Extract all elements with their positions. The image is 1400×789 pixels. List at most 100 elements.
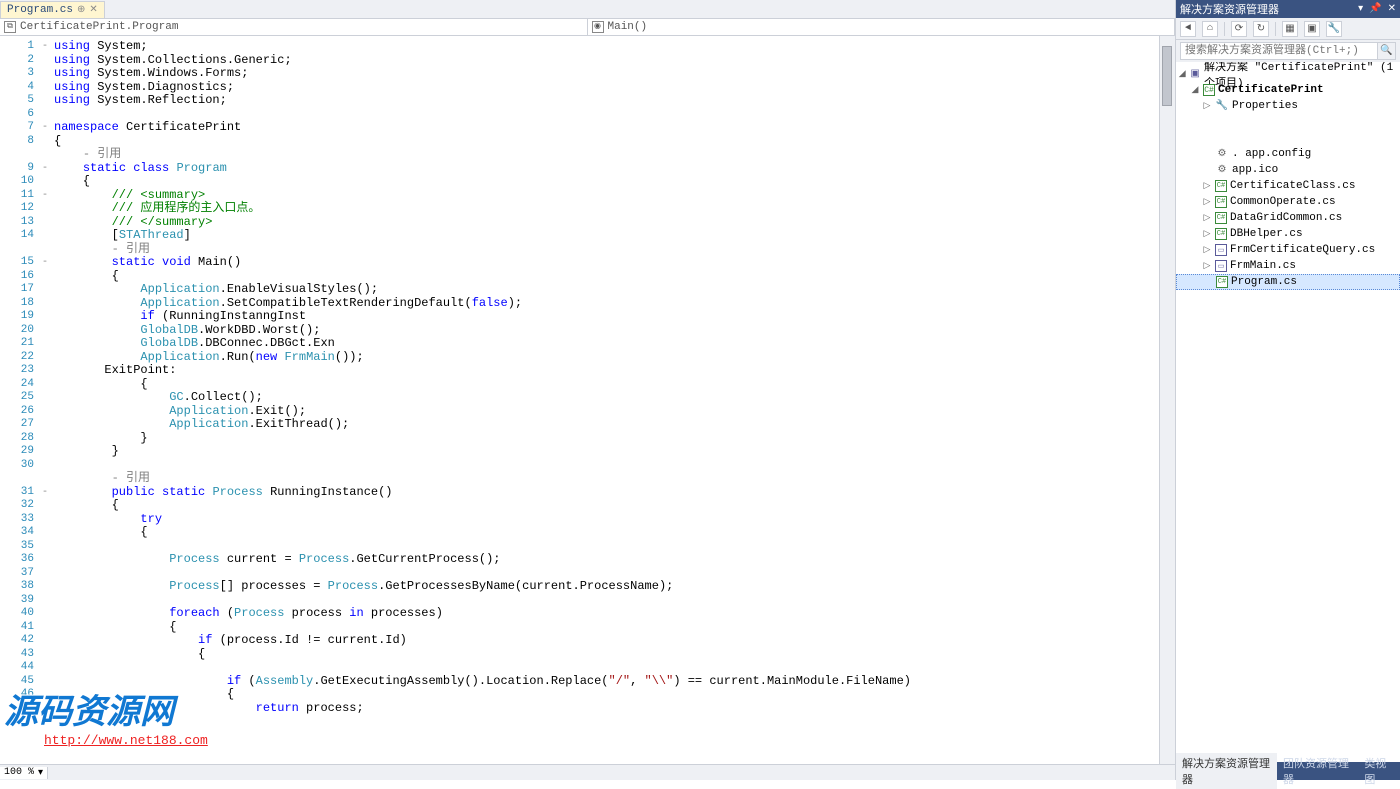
code-line[interactable]: namespace CertificatePrint xyxy=(50,121,1159,135)
code-line[interactable]: Application.Exit(); xyxy=(50,405,1159,419)
file-tab[interactable]: Program.cs ⊕ ✕ xyxy=(0,1,105,18)
code-line[interactable]: using System; xyxy=(50,40,1159,54)
close-icon[interactable]: ✕ xyxy=(89,4,97,16)
solution-search-input[interactable] xyxy=(1180,42,1378,60)
fold-toggle[interactable]: - xyxy=(40,256,50,270)
code-line[interactable]: Process current = Process.GetCurrentProc… xyxy=(50,553,1159,567)
code-line[interactable]: /// 应用程序的主入口点。 xyxy=(50,202,1159,216)
code-line[interactable]: ExitPoint: xyxy=(50,364,1159,378)
code-line[interactable]: GlobalDB.WorkDBD.Worst(); xyxy=(50,324,1159,338)
code-line[interactable]: { xyxy=(50,270,1159,284)
code-line[interactable]: public static Process RunningInstance() xyxy=(50,486,1159,500)
dropdown-icon[interactable]: ▾ xyxy=(1358,3,1363,15)
show-all-button[interactable]: ▦ xyxy=(1282,21,1298,37)
sync-button[interactable]: ⟳ xyxy=(1231,21,1247,37)
fold-toggle[interactable]: - xyxy=(40,189,50,203)
code-line[interactable]: return process; xyxy=(50,702,1159,716)
tab-team-explorer[interactable]: 团队资源管理器 xyxy=(1277,753,1358,789)
code-line[interactable]: Application.EnableVisualStyles(); xyxy=(50,283,1159,297)
code-line[interactable]: if (Assembly.GetExecutingAssembly().Loca… xyxy=(50,675,1159,689)
vertical-scrollbar[interactable] xyxy=(1159,36,1175,764)
solution-node[interactable]: ◢▣解决方案 "CertificatePrint" (1 个项目) xyxy=(1176,66,1400,82)
fold-toggle[interactable]: - xyxy=(40,121,50,135)
code-line[interactable]: Application.ExitThread(); xyxy=(50,418,1159,432)
file-node-CommonOperate-cs[interactable]: ▷C#CommonOperate.cs xyxy=(1176,194,1400,210)
code-line[interactable]: if (process.Id != current.Id) xyxy=(50,634,1159,648)
solution-tree[interactable]: ◢▣解决方案 "CertificatePrint" (1 个项目)◢C#Cert… xyxy=(1176,62,1400,762)
tree-twisty[interactable]: ▷ xyxy=(1202,197,1212,207)
code-line[interactable]: { xyxy=(50,648,1159,662)
code-line[interactable]: - 引用 xyxy=(50,148,1159,162)
code-line[interactable] xyxy=(50,594,1159,608)
code-line[interactable]: static void Main() xyxy=(50,256,1159,270)
tree-twisty[interactable]: ▷ xyxy=(1202,245,1212,255)
file-node-FrmMain-cs[interactable]: ▷▭FrmMain.cs xyxy=(1176,258,1400,274)
zoom-dropdown[interactable]: 100 %▾ xyxy=(0,767,48,779)
tree-twisty[interactable]: ▷ xyxy=(1202,101,1212,111)
code-line[interactable]: using System.Reflection; xyxy=(50,94,1159,108)
file-node-Program-cs[interactable]: C#Program.cs xyxy=(1176,274,1400,290)
code-line[interactable]: using System.Windows.Forms; xyxy=(50,67,1159,81)
tab-solution-explorer[interactable]: 解决方案资源管理器 xyxy=(1176,753,1277,789)
nav-member-dropdown[interactable]: ◉ Main() xyxy=(588,19,1176,35)
code-line[interactable]: Application.SetCompatibleTextRenderingDe… xyxy=(50,297,1159,311)
tree-twisty[interactable]: ▷ xyxy=(1202,229,1212,239)
code-line[interactable]: try xyxy=(50,513,1159,527)
fold-toggle[interactable]: - xyxy=(40,162,50,176)
code-line[interactable] xyxy=(50,540,1159,554)
code-line[interactable]: } xyxy=(50,445,1159,459)
code-line[interactable]: { xyxy=(50,175,1159,189)
file-node-CertificateClass-cs[interactable]: ▷C#CertificateClass.cs xyxy=(1176,178,1400,194)
code-editor[interactable]: 1-using System;2using System.Collections… xyxy=(0,36,1175,764)
tree-twisty[interactable]: ▷ xyxy=(1202,213,1212,223)
code-line[interactable]: using System.Diagnostics; xyxy=(50,81,1159,95)
code-line[interactable]: Application.Run(new FrmMain()); xyxy=(50,351,1159,365)
pin-icon[interactable]: ⊕ xyxy=(77,4,85,16)
file-node-FrmCertificateQuery-cs[interactable]: ▷▭FrmCertificateQuery.cs xyxy=(1176,242,1400,258)
properties-button[interactable]: 🔧 xyxy=(1326,21,1342,37)
search-button[interactable]: 🔍 xyxy=(1378,42,1396,60)
code-line[interactable]: { xyxy=(50,135,1159,149)
code-line[interactable]: { xyxy=(50,621,1159,635)
code-line[interactable]: { xyxy=(50,688,1159,702)
code-line[interactable]: { xyxy=(50,526,1159,540)
file-node-app-ico[interactable]: ⚙app.ico xyxy=(1176,162,1400,178)
properties-node[interactable]: ▷🔧Properties xyxy=(1176,98,1400,114)
home-button[interactable]: ⌂ xyxy=(1202,21,1218,37)
nav-scope-dropdown[interactable]: ⧉ CertificatePrint.Program xyxy=(0,19,588,35)
code-line[interactable]: [STAThread] xyxy=(50,229,1159,243)
code-line[interactable]: - 引用 xyxy=(50,472,1159,486)
code-line[interactable] xyxy=(50,108,1159,122)
file-node-DBHelper-cs[interactable]: ▷C#DBHelper.cs xyxy=(1176,226,1400,242)
horizontal-scrollbar[interactable]: 100 %▾ xyxy=(0,764,1175,780)
tree-twisty[interactable]: ▷ xyxy=(1202,181,1212,191)
code-line[interactable]: /// <summary> xyxy=(50,189,1159,203)
code-line[interactable]: using System.Collections.Generic; xyxy=(50,54,1159,68)
code-line[interactable]: - 引用 xyxy=(50,243,1159,257)
code-line[interactable]: } xyxy=(50,432,1159,446)
tab-class-view[interactable]: 类视图 xyxy=(1358,753,1400,789)
code-line[interactable]: foreach (Process process in processes) xyxy=(50,607,1159,621)
collapse-button[interactable]: ▣ xyxy=(1304,21,1320,37)
code-line[interactable]: GlobalDB.DBConnec.DBGct.Exn xyxy=(50,337,1159,351)
tree-twisty[interactable]: ▷ xyxy=(1202,261,1212,271)
code-line[interactable]: static class Program xyxy=(50,162,1159,176)
code-line[interactable] xyxy=(50,567,1159,581)
code-line[interactable]: if (RunningInstanngInst xyxy=(50,310,1159,324)
code-line[interactable]: Process[] processes = Process.GetProcess… xyxy=(50,580,1159,594)
code-line[interactable] xyxy=(50,661,1159,675)
tree-twisty[interactable]: ◢ xyxy=(1190,85,1200,95)
fold-toggle[interactable]: - xyxy=(40,486,50,500)
close-icon[interactable]: ✕ xyxy=(1388,3,1396,15)
fold-toggle[interactable]: - xyxy=(40,40,50,54)
file-node--app-config[interactable]: ⚙. app.config xyxy=(1176,146,1400,162)
code-line[interactable]: { xyxy=(50,499,1159,513)
file-node-DataGridCommon-cs[interactable]: ▷C#DataGridCommon.cs xyxy=(1176,210,1400,226)
code-line[interactable]: { xyxy=(50,378,1159,392)
tree-twisty[interactable]: ◢ xyxy=(1178,69,1186,79)
code-line[interactable]: /// </summary> xyxy=(50,216,1159,230)
code-line[interactable]: GC.Collect(); xyxy=(50,391,1159,405)
pin-icon[interactable]: 📌 xyxy=(1369,3,1381,15)
refresh-button[interactable]: ↻ xyxy=(1253,21,1269,37)
back-button[interactable]: ◄ xyxy=(1180,21,1196,37)
